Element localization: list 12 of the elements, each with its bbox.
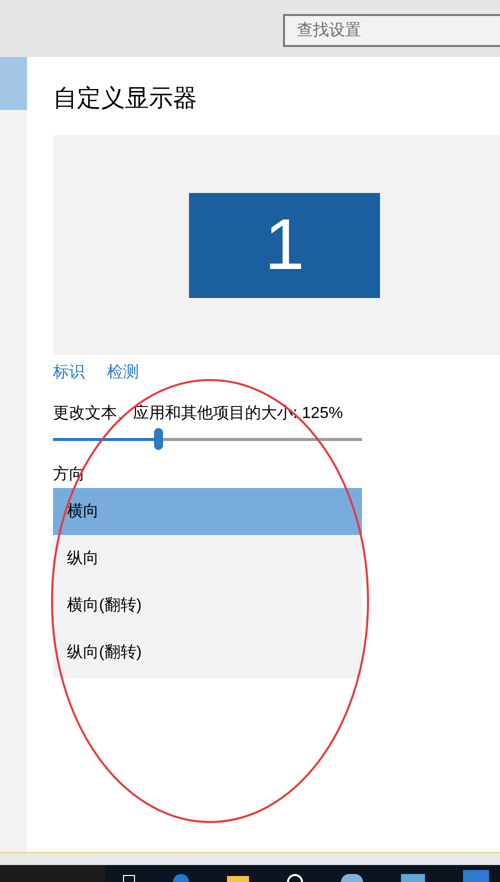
monitor-tile[interactable]: 1 (189, 192, 380, 298)
window-icon[interactable] (123, 875, 135, 882)
slider-thumb[interactable] (154, 428, 164, 450)
link[interactable]: 标识 (53, 361, 85, 385)
list-option[interactable]: 横向 (53, 488, 362, 535)
scale-slider[interactable] (53, 428, 362, 450)
list-option[interactable]: 横向(翻转) (53, 582, 362, 629)
search-field[interactable]: 查找设置 (283, 14, 500, 47)
link[interactable]: 检测 (107, 361, 139, 385)
list-option[interactable]: 纵向(翻转) (53, 629, 362, 676)
page-title: 自定义显示器 (53, 84, 198, 114)
list-option[interactable]: 纵向 (53, 535, 362, 582)
